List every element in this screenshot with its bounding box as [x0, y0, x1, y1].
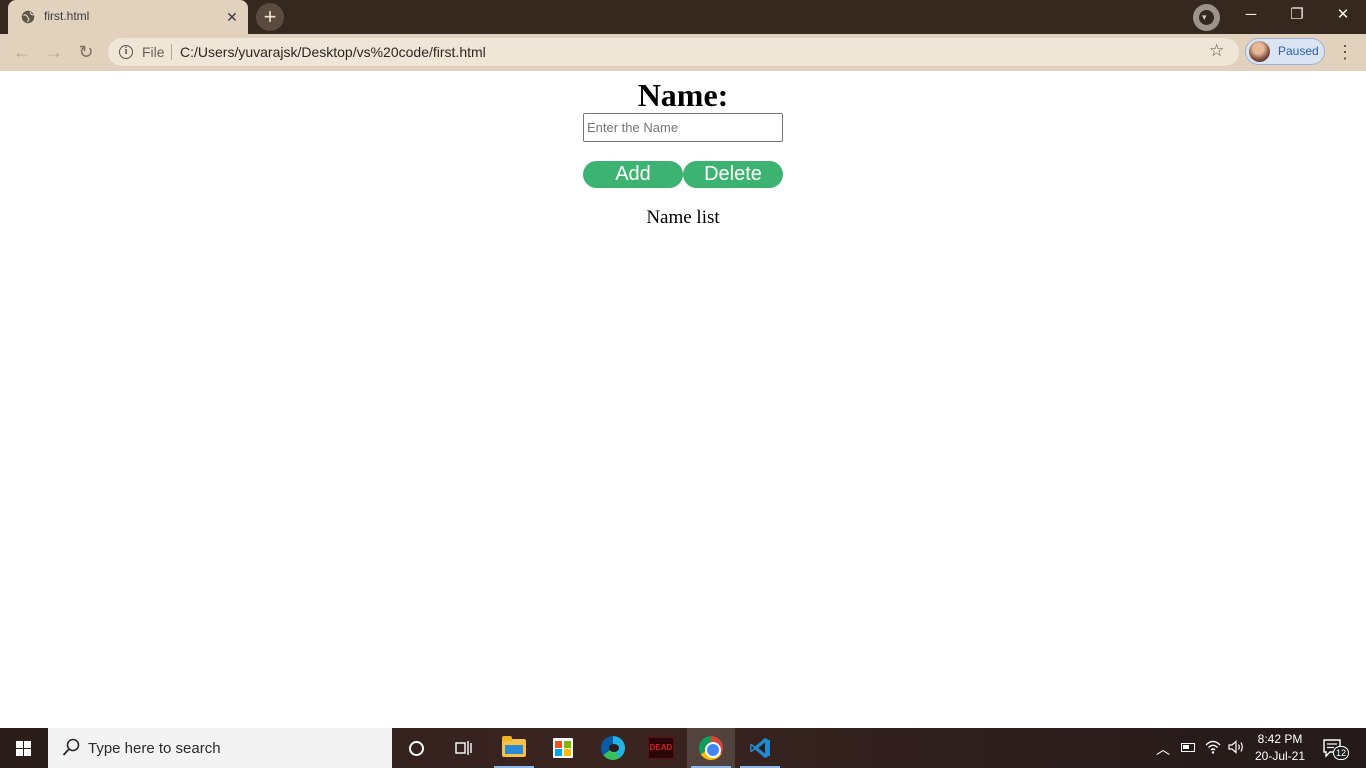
clock-date: 20-Jul-21: [1254, 749, 1306, 763]
microsoft-store-button[interactable]: [539, 728, 587, 768]
info-icon[interactable]: i: [119, 45, 133, 59]
folder-icon: [502, 736, 526, 757]
chrome-button[interactable]: [687, 728, 735, 768]
add-button[interactable]: Add: [583, 161, 683, 188]
search-placeholder: Type here to search: [88, 740, 221, 757]
delete-button[interactable]: Delete: [683, 161, 783, 188]
page-title: Name:: [637, 77, 729, 113]
forward-arrow-icon[interactable]: →: [43, 41, 65, 63]
game-icon: DEAD: [648, 737, 674, 759]
restore-button[interactable]: ❐: [1274, 0, 1320, 30]
tab-title: first.html: [44, 9, 90, 23]
scheme-label: File: [142, 44, 165, 60]
page-content: Name: Add Delete Name list: [0, 71, 1366, 728]
omnibox-divider: [171, 44, 172, 60]
edge-button[interactable]: [589, 728, 637, 768]
minimize-button[interactable]: ─: [1228, 0, 1274, 30]
profile-status-label: Paused: [1278, 44, 1319, 58]
cortana-icon: [409, 741, 424, 756]
show-hidden-icons-chevron-icon[interactable]: ︿: [1156, 739, 1170, 779]
system-clock[interactable]: 8:42 PM 20-Jul-21: [1252, 731, 1308, 765]
reload-icon[interactable]: ↻: [75, 41, 97, 63]
globe-icon: [21, 10, 35, 24]
taskbar-search-box[interactable]: Type here to search: [48, 728, 392, 768]
battery-icon[interactable]: [1181, 743, 1195, 752]
avatar: [1249, 41, 1270, 62]
game-button[interactable]: DEAD: [637, 728, 685, 768]
task-view-button[interactable]: [440, 728, 488, 768]
url-text[interactable]: C:/Users/yuvarajsk/Desktop/vs%20code/fir…: [180, 44, 486, 60]
store-bag-icon: [553, 738, 573, 758]
new-tab-button[interactable]: +: [256, 3, 284, 31]
edge-icon: [601, 736, 625, 760]
file-explorer-button[interactable]: [490, 728, 538, 768]
bookmark-star-icon[interactable]: ☆: [1209, 41, 1224, 61]
task-view-icon: [455, 741, 472, 755]
profile-button[interactable]: Paused: [1245, 38, 1325, 65]
chrome-icon: [699, 736, 723, 760]
cortana-button[interactable]: [392, 728, 440, 768]
notification-count-badge: 12: [1333, 746, 1349, 760]
back-arrow-icon[interactable]: ←: [11, 41, 33, 63]
browser-titlebar: first.html ✕ + ▾ ─ ❐ ✕: [0, 0, 1366, 34]
vscode-icon: [750, 738, 770, 758]
search-icon: [62, 738, 80, 756]
vscode-button[interactable]: [736, 728, 784, 768]
close-window-button[interactable]: ✕: [1320, 0, 1366, 30]
name-list-heading: Name list: [646, 207, 720, 228]
taskbar: Type here to search DEAD ︿ 8:42 PM 20-Ju…: [0, 728, 1366, 768]
network-icon[interactable]: [1205, 739, 1221, 755]
tab-search-icon[interactable]: ▾: [1193, 4, 1220, 31]
address-bar[interactable]: i File C:/Users/yuvarajsk/Desktop/vs%20c…: [108, 38, 1239, 66]
clock-time: 8:42 PM: [1257, 732, 1303, 746]
kebab-menu-icon[interactable]: ⋮: [1336, 40, 1354, 64]
name-input[interactable]: [583, 113, 783, 142]
volume-icon[interactable]: [1227, 739, 1245, 755]
browser-tab[interactable]: first.html ✕: [8, 0, 248, 34]
tab-close-icon[interactable]: ✕: [224, 9, 240, 25]
windows-start-icon[interactable]: [0, 728, 48, 768]
browser-toolbar: ← → ↻ i File C:/Users/yuvarajsk/Desktop/…: [0, 34, 1366, 71]
